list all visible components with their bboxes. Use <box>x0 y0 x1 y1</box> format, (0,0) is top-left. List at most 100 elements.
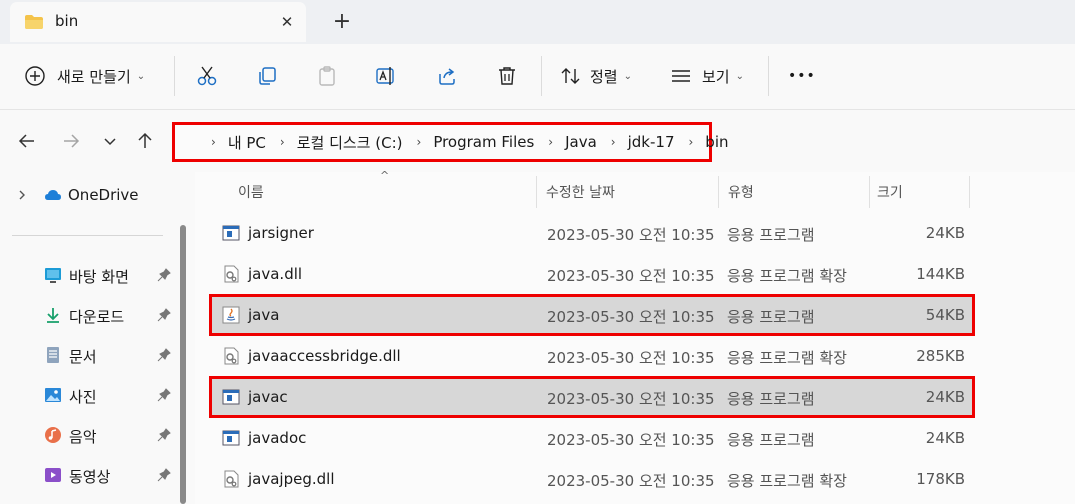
file-name: javaaccessbridge.dll <box>248 347 401 365</box>
new-tab-button[interactable]: + <box>331 11 353 33</box>
address-bar[interactable]: › 내 PC › 로컬 디스크 (C:) › Program Files › J… <box>172 122 729 162</box>
more-options-button[interactable]: ••• <box>788 58 816 94</box>
arrow-left-icon <box>18 134 34 148</box>
breadcrumb-bin[interactable]: bin <box>705 133 728 151</box>
file-name: java.dll <box>248 265 303 283</box>
breadcrumb-separator[interactable]: › <box>688 135 693 149</box>
chevron-down-icon: ⌄ <box>735 70 744 82</box>
new-button[interactable]: 새로 만들기 ⌄ <box>24 58 145 94</box>
sidebar-item-music[interactable]: 음악 <box>0 418 180 452</box>
pictures-icon <box>45 388 61 402</box>
file-row[interactable]: jarsigner 2023-05-30 오전 10:35 응용 프로그램 24… <box>212 215 972 251</box>
breadcrumb-separator[interactable]: › <box>417 135 422 149</box>
sidebar-item-documents[interactable]: 문서 <box>0 338 180 372</box>
view-button[interactable]: 보기 ⌄ <box>670 58 744 94</box>
forward-button[interactable] <box>60 130 82 152</box>
tab-strip: bin ✕ + <box>0 0 1075 44</box>
trash-icon <box>499 67 515 85</box>
sort-label: 정렬 <box>590 67 618 86</box>
breadcrumb-this-pc[interactable]: 내 PC <box>228 132 266 153</box>
file-date: 2023-05-30 오전 10:35 <box>547 226 715 244</box>
dll-icon <box>224 265 239 283</box>
file-name: javajpeg.dll <box>248 470 335 488</box>
recent-locations-button[interactable] <box>99 130 121 152</box>
file-date: 2023-05-30 오전 10:35 <box>547 267 715 285</box>
column-divider[interactable] <box>718 176 719 208</box>
paste-button[interactable] <box>316 58 338 94</box>
sidebar-item-downloads[interactable]: 다운로드 <box>0 298 180 332</box>
delete-button[interactable] <box>496 58 518 94</box>
column-divider[interactable] <box>536 176 537 208</box>
sidebar-scrollbar[interactable] <box>180 225 186 504</box>
java-icon <box>222 306 240 324</box>
file-type: 응용 프로그램 <box>727 308 815 326</box>
file-size: 24KB <box>925 429 965 447</box>
file-row[interactable]: javajpeg.dll 2023-05-30 오전 10:35 응용 프로그램… <box>212 461 972 497</box>
column-header-label: 이름 <box>238 185 264 201</box>
view-label: 보기 <box>702 67 730 86</box>
sort-button[interactable]: 정렬 ⌄ <box>560 58 632 94</box>
paste-icon <box>319 66 335 86</box>
breadcrumb-separator[interactable]: › <box>611 135 616 149</box>
sidebar-item-desktop[interactable]: 바탕 화면 <box>0 258 180 292</box>
tab-bin[interactable]: bin ✕ <box>10 2 306 42</box>
file-list: 이름 ^ 수정한 날짜 유형 크기 jarsigner 2023-05-30 오… <box>195 169 1075 504</box>
documents-icon <box>47 347 59 363</box>
file-row[interactable]: javac 2023-05-30 오전 10:35 응용 프로그램 24KB <box>209 376 975 418</box>
column-divider[interactable] <box>969 176 970 208</box>
pin-icon[interactable] <box>157 348 171 362</box>
pin-icon[interactable] <box>157 268 171 282</box>
file-size: 144KB <box>916 265 965 283</box>
pin-icon[interactable] <box>157 468 171 482</box>
breadcrumb-local-disk[interactable]: 로컬 디스크 (C:) <box>297 132 403 153</box>
arrow-right-icon <box>64 134 80 148</box>
column-header-date[interactable]: 수정한 날짜 <box>546 172 615 210</box>
sidebar-item-videos[interactable]: 동영상 <box>0 458 180 492</box>
sidebar-item-onedrive[interactable]: OneDrive <box>0 178 180 212</box>
cut-button[interactable] <box>196 58 218 94</box>
file-date: 2023-05-30 오전 10:35 <box>547 308 715 326</box>
file-name: javadoc <box>248 429 307 447</box>
rename-button[interactable] <box>375 58 397 94</box>
breadcrumb-separator: › <box>211 135 216 149</box>
sort-ascending-icon: ^ <box>380 169 390 182</box>
breadcrumb-program-files[interactable]: Program Files <box>433 133 534 151</box>
file-row[interactable]: java 2023-05-30 오전 10:35 응용 프로그램 54KB <box>209 294 975 336</box>
dll-icon <box>224 347 239 365</box>
pin-icon[interactable] <box>157 308 171 322</box>
back-button[interactable] <box>16 130 38 152</box>
column-header-label: 수정한 날짜 <box>546 185 615 201</box>
share-button[interactable] <box>436 58 458 94</box>
file-date: 2023-05-30 오전 10:35 <box>547 390 715 408</box>
sidebar-item-pictures[interactable]: 사진 <box>0 378 180 412</box>
divider <box>174 56 175 96</box>
breadcrumb-separator[interactable]: › <box>280 135 285 149</box>
divider <box>12 235 163 236</box>
music-icon <box>45 427 61 443</box>
videos-icon <box>45 468 61 482</box>
tab-title: bin <box>55 12 79 30</box>
file-name: java <box>248 306 280 324</box>
breadcrumb-separator[interactable]: › <box>548 135 553 149</box>
sidebar-item-label: 음악 <box>69 428 97 446</box>
rename-icon <box>376 67 394 85</box>
chevron-down-icon: ⌄ <box>136 70 146 82</box>
column-header-name[interactable]: 이름 <box>238 172 264 210</box>
breadcrumb-jdk-17[interactable]: jdk-17 <box>628 133 675 151</box>
up-button[interactable] <box>134 130 156 152</box>
pin-icon[interactable] <box>157 388 171 402</box>
arrow-up-icon <box>138 132 152 148</box>
pin-icon[interactable] <box>157 428 171 442</box>
breadcrumb-java[interactable]: Java <box>565 133 597 151</box>
sidebar-item-label: OneDrive <box>68 186 139 204</box>
file-row[interactable]: java.dll 2023-05-30 오전 10:35 응용 프로그램 확장 … <box>212 256 972 292</box>
file-name: jarsigner <box>248 224 314 242</box>
file-row[interactable]: javaaccessbridge.dll 2023-05-30 오전 10:35… <box>212 338 972 374</box>
close-tab-icon[interactable]: ✕ <box>276 11 298 33</box>
file-row[interactable]: javadoc 2023-05-30 오전 10:35 응용 프로그램 24KB <box>212 420 972 456</box>
column-header-type[interactable]: 유형 <box>728 172 754 210</box>
copy-button[interactable] <box>256 58 278 94</box>
column-header-size[interactable]: 크기 <box>877 172 903 210</box>
column-divider[interactable] <box>869 176 870 208</box>
column-header-label: 크기 <box>877 185 903 201</box>
